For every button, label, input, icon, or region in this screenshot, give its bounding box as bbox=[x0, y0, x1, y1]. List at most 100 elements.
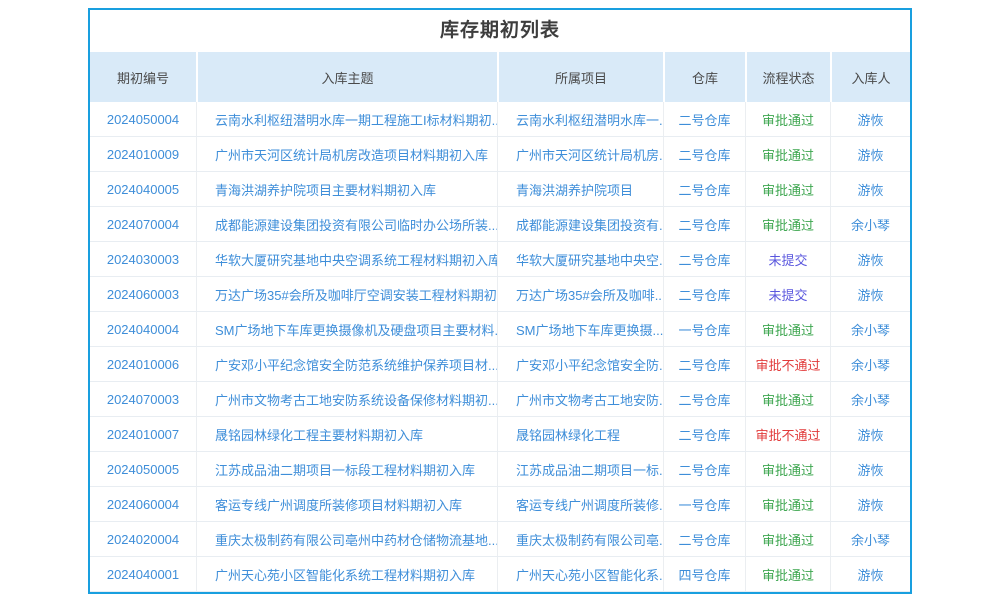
row-person-text: 余小琴 bbox=[830, 382, 910, 416]
row-id-link[interactable]: 2024070003 bbox=[90, 382, 196, 416]
row-subject-link[interactable]: 万达广场35#会所及咖啡厅空调安装工程材料期初... bbox=[196, 277, 497, 311]
row-project-text: 广州市天河区统计局机房... bbox=[497, 137, 663, 171]
table-row[interactable]: 2024010009广州市天河区统计局机房改造项目材料期初入库广州市天河区统计局… bbox=[90, 137, 910, 172]
row-project-text: 成都能源建设集团投资有... bbox=[497, 207, 663, 241]
row-person-text: 余小琴 bbox=[830, 522, 910, 556]
table-row[interactable]: 2024050004云南水利枢纽潜明水库一期工程施工I标材料期初...云南水利枢… bbox=[90, 102, 910, 137]
row-id-link[interactable]: 2024040001 bbox=[90, 557, 196, 591]
row-status-badge: 审批不通过 bbox=[745, 347, 830, 381]
row-warehouse-text: 二号仓库 bbox=[663, 522, 745, 556]
page-title: 库存期初列表 bbox=[90, 10, 910, 52]
row-project-text: 客运专线广州调度所装修... bbox=[497, 487, 663, 521]
row-subject-link[interactable]: 客运专线广州调度所装修项目材料期初入库 bbox=[196, 487, 497, 521]
row-subject-link[interactable]: 华软大厦研究基地中央空调系统工程材料期初入库 bbox=[196, 242, 497, 276]
row-person-text: 余小琴 bbox=[830, 347, 910, 381]
row-person-text: 游恢 bbox=[830, 417, 910, 451]
row-id-link[interactable]: 2024010009 bbox=[90, 137, 196, 171]
row-id-link[interactable]: 2024050004 bbox=[90, 102, 196, 136]
row-subject-link[interactable]: 广州天心苑小区智能化系统工程材料期初入库 bbox=[196, 557, 497, 591]
row-warehouse-text: 二号仓库 bbox=[663, 382, 745, 416]
row-warehouse-text: 一号仓库 bbox=[663, 487, 745, 521]
row-status-badge: 审批通过 bbox=[745, 452, 830, 486]
row-project-text: 华软大厦研究基地中央空... bbox=[497, 242, 663, 276]
row-status-badge: 审批通过 bbox=[745, 137, 830, 171]
page: 库存期初列表 期初编号入库主题所属项目仓库流程状态入库人 2024050004云… bbox=[0, 0, 1000, 600]
column-header: 入库人 bbox=[830, 52, 910, 102]
row-subject-link[interactable]: 广州市文物考古工地安防系统设备保修材料期初... bbox=[196, 382, 497, 416]
table-row[interactable]: 2024040004SM广场地下车库更换摄像机及硬盘项目主要材料...SM广场地… bbox=[90, 312, 910, 347]
row-warehouse-text: 二号仓库 bbox=[663, 347, 745, 381]
column-header: 入库主题 bbox=[196, 52, 497, 102]
row-status-badge: 审批不通过 bbox=[745, 417, 830, 451]
row-warehouse-text: 二号仓库 bbox=[663, 417, 745, 451]
row-warehouse-text: 二号仓库 bbox=[663, 277, 745, 311]
row-warehouse-text: 四号仓库 bbox=[663, 557, 745, 591]
row-person-text: 余小琴 bbox=[830, 312, 910, 346]
row-person-text: 游恢 bbox=[830, 102, 910, 136]
inventory-list-panel: 库存期初列表 期初编号入库主题所属项目仓库流程状态入库人 2024050004云… bbox=[88, 8, 912, 594]
row-id-link[interactable]: 2024010007 bbox=[90, 417, 196, 451]
row-warehouse-text: 二号仓库 bbox=[663, 172, 745, 206]
row-warehouse-text: 二号仓库 bbox=[663, 242, 745, 276]
table-row[interactable]: 2024010007晟铭园林绿化工程主要材料期初入库晟铭园林绿化工程二号仓库审批… bbox=[90, 417, 910, 452]
row-id-link[interactable]: 2024050005 bbox=[90, 452, 196, 486]
table-row[interactable]: 2024010006广安邓小平纪念馆安全防范系统维护保养项目材...广安邓小平纪… bbox=[90, 347, 910, 382]
table-row[interactable]: 2024070003广州市文物考古工地安防系统设备保修材料期初...广州市文物考… bbox=[90, 382, 910, 417]
row-id-link[interactable]: 2024040004 bbox=[90, 312, 196, 346]
column-header: 所属项目 bbox=[497, 52, 663, 102]
table-row[interactable]: 2024070004成都能源建设集团投资有限公司临时办公场所装...成都能源建设… bbox=[90, 207, 910, 242]
row-person-text: 游恢 bbox=[830, 172, 910, 206]
row-subject-link[interactable]: 广州市天河区统计局机房改造项目材料期初入库 bbox=[196, 137, 497, 171]
table-row[interactable]: 2024040005青海洪湖养护院项目主要材料期初入库青海洪湖养护院项目二号仓库… bbox=[90, 172, 910, 207]
row-status-badge: 审批通过 bbox=[745, 487, 830, 521]
row-id-link[interactable]: 2024040005 bbox=[90, 172, 196, 206]
row-status-badge: 审批通过 bbox=[745, 312, 830, 346]
table-row[interactable]: 2024030003华软大厦研究基地中央空调系统工程材料期初入库华软大厦研究基地… bbox=[90, 242, 910, 277]
row-person-text: 游恢 bbox=[830, 487, 910, 521]
column-header: 仓库 bbox=[663, 52, 745, 102]
row-warehouse-text: 二号仓库 bbox=[663, 452, 745, 486]
row-subject-link[interactable]: 江苏成品油二期项目一标段工程材料期初入库 bbox=[196, 452, 497, 486]
row-id-link[interactable]: 2024060004 bbox=[90, 487, 196, 521]
row-subject-link[interactable]: 云南水利枢纽潜明水库一期工程施工I标材料期初... bbox=[196, 102, 497, 136]
row-subject-link[interactable]: 重庆太极制药有限公司亳州中药材仓储物流基地... bbox=[196, 522, 497, 556]
row-subject-link[interactable]: SM广场地下车库更换摄像机及硬盘项目主要材料... bbox=[196, 312, 497, 346]
table-row[interactable]: 2024020004重庆太极制药有限公司亳州中药材仓储物流基地...重庆太极制药… bbox=[90, 522, 910, 557]
row-status-badge: 审批通过 bbox=[745, 522, 830, 556]
row-subject-link[interactable]: 青海洪湖养护院项目主要材料期初入库 bbox=[196, 172, 497, 206]
row-subject-link[interactable]: 成都能源建设集团投资有限公司临时办公场所装... bbox=[196, 207, 497, 241]
row-project-text: 江苏成品油二期项目一标... bbox=[497, 452, 663, 486]
row-id-link[interactable]: 2024030003 bbox=[90, 242, 196, 276]
row-subject-link[interactable]: 广安邓小平纪念馆安全防范系统维护保养项目材... bbox=[196, 347, 497, 381]
table-row[interactable]: 2024050005江苏成品油二期项目一标段工程材料期初入库江苏成品油二期项目一… bbox=[90, 452, 910, 487]
row-project-text: 广州市文物考古工地安防... bbox=[497, 382, 663, 416]
row-project-text: 青海洪湖养护院项目 bbox=[497, 172, 663, 206]
row-id-link[interactable]: 2024010006 bbox=[90, 347, 196, 381]
table-row[interactable]: 2024040001广州天心苑小区智能化系统工程材料期初入库广州天心苑小区智能化… bbox=[90, 557, 910, 592]
table-row[interactable]: 2024060004客运专线广州调度所装修项目材料期初入库客运专线广州调度所装修… bbox=[90, 487, 910, 522]
table-row[interactable]: 2024060003万达广场35#会所及咖啡厅空调安装工程材料期初...万达广场… bbox=[90, 277, 910, 312]
row-subject-link[interactable]: 晟铭园林绿化工程主要材料期初入库 bbox=[196, 417, 497, 451]
row-project-text: SM广场地下车库更换摄... bbox=[497, 312, 663, 346]
column-header: 流程状态 bbox=[745, 52, 830, 102]
row-project-text: 广州天心苑小区智能化系... bbox=[497, 557, 663, 591]
row-person-text: 余小琴 bbox=[830, 207, 910, 241]
row-warehouse-text: 二号仓库 bbox=[663, 102, 745, 136]
row-status-badge: 未提交 bbox=[745, 277, 830, 311]
row-warehouse-text: 一号仓库 bbox=[663, 312, 745, 346]
table-header-row: 期初编号入库主题所属项目仓库流程状态入库人 bbox=[90, 52, 910, 102]
row-status-badge: 审批通过 bbox=[745, 102, 830, 136]
row-project-text: 晟铭园林绿化工程 bbox=[497, 417, 663, 451]
row-project-text: 重庆太极制药有限公司亳... bbox=[497, 522, 663, 556]
row-status-badge: 审批通过 bbox=[745, 207, 830, 241]
row-id-link[interactable]: 2024020004 bbox=[90, 522, 196, 556]
row-status-badge: 未提交 bbox=[745, 242, 830, 276]
row-id-link[interactable]: 2024070004 bbox=[90, 207, 196, 241]
row-id-link[interactable]: 2024060003 bbox=[90, 277, 196, 311]
row-person-text: 游恢 bbox=[830, 452, 910, 486]
row-project-text: 广安邓小平纪念馆安全防... bbox=[497, 347, 663, 381]
row-person-text: 游恢 bbox=[830, 277, 910, 311]
column-header: 期初编号 bbox=[90, 52, 196, 102]
row-warehouse-text: 二号仓库 bbox=[663, 137, 745, 171]
row-status-badge: 审批通过 bbox=[745, 557, 830, 591]
